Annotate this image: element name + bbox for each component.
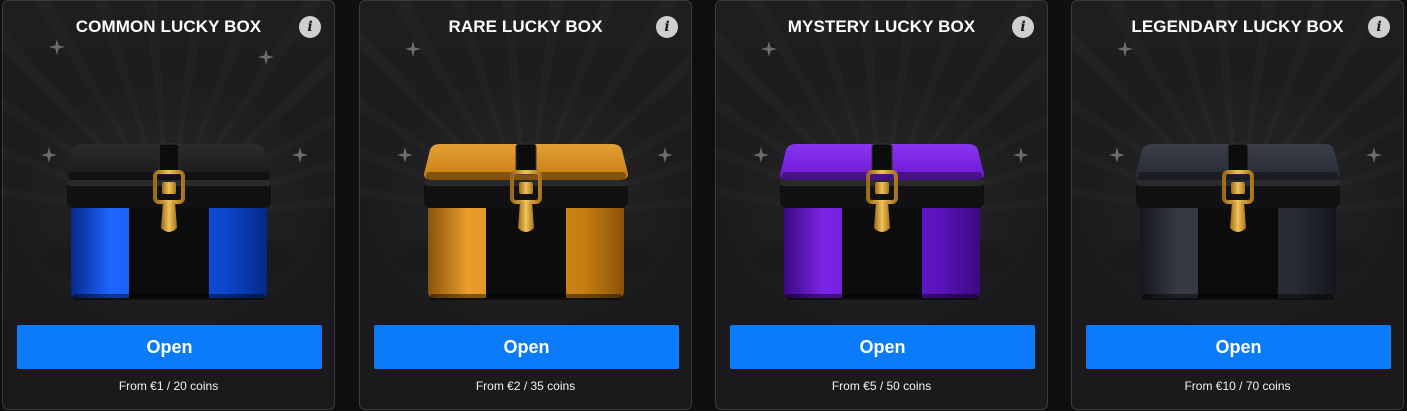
- price-text: From €5 / 50 coins: [831, 379, 932, 393]
- lucky-box-grid: COMMON LUCKY BOX i Open From €1 / 20 coi…: [0, 0, 1407, 411]
- sparkle-icon: [292, 147, 308, 163]
- info-icon[interactable]: i: [1012, 16, 1034, 38]
- lucky-box-card: COMMON LUCKY BOX i Open From €1 / 20 coi…: [2, 0, 335, 410]
- box-title: MYSTERY LUCKY BOX: [787, 17, 976, 36]
- lucky-box-card: RARE LUCKY BOX i Open From €2 / 35 coins: [359, 0, 692, 410]
- open-button[interactable]: Open: [17, 325, 322, 369]
- info-icon[interactable]: i: [656, 16, 678, 38]
- sparkle-icon: [258, 49, 274, 65]
- chest-image: [1128, 136, 1348, 306]
- sparkle-icon: [405, 41, 421, 57]
- chest-image: [772, 136, 992, 306]
- info-icon[interactable]: i: [1368, 16, 1390, 38]
- sparkle-icon: [41, 147, 57, 163]
- sparkle-icon: [49, 39, 65, 55]
- sparkle-icon: [1117, 41, 1133, 57]
- price-text: From €2 / 35 coins: [475, 379, 576, 393]
- chest-image: [416, 136, 636, 306]
- open-button[interactable]: Open: [374, 325, 679, 369]
- box-title: COMMON LUCKY BOX: [75, 17, 262, 36]
- sparkle-icon: [1109, 147, 1125, 163]
- open-button[interactable]: Open: [1086, 325, 1391, 369]
- box-title: RARE LUCKY BOX: [448, 17, 603, 36]
- price-text: From €1 / 20 coins: [118, 379, 219, 393]
- info-icon[interactable]: i: [299, 16, 321, 38]
- sparkle-icon: [753, 147, 769, 163]
- sparkle-icon: [1013, 147, 1029, 163]
- sparkle-icon: [1366, 147, 1382, 163]
- sparkle-icon: [657, 147, 673, 163]
- price-text: From €10 / 70 coins: [1184, 379, 1291, 393]
- sparkle-icon: [761, 41, 777, 57]
- box-title: LEGENDARY LUCKY BOX: [1131, 17, 1344, 36]
- chest-image: [59, 136, 279, 306]
- lucky-box-card: LEGENDARY LUCKY BOX i Open From €10 / 70…: [1071, 0, 1404, 410]
- open-button[interactable]: Open: [730, 325, 1035, 369]
- sparkle-icon: [397, 147, 413, 163]
- lucky-box-card: MYSTERY LUCKY BOX i Open From €5 / 50 co…: [715, 0, 1048, 410]
